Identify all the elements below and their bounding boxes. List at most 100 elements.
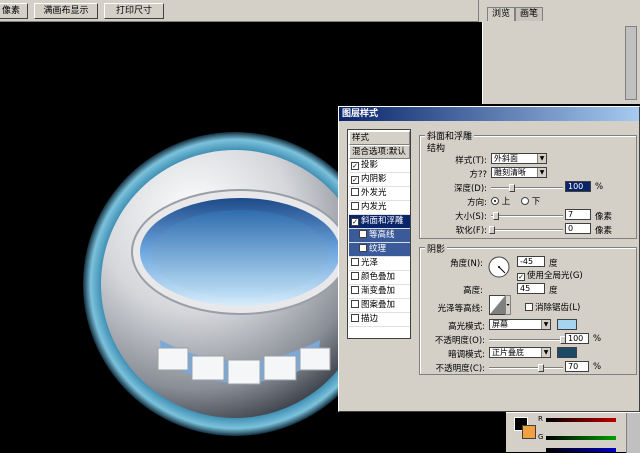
shadow-opacity-track[interactable] xyxy=(489,367,563,369)
style-item-bevel-emboss[interactable]: ✓ 斜面和浮雕 xyxy=(349,215,410,229)
bevel-style-dropdown[interactable]: 外斜面 ▼ xyxy=(491,153,547,164)
color-palette: R G xyxy=(506,412,640,453)
chevron-down-icon: ▼ xyxy=(537,168,546,177)
depth-input[interactable]: 100 xyxy=(565,181,591,192)
shadow-opacity-unit: % xyxy=(593,362,602,372)
checkbox[interactable] xyxy=(351,314,359,322)
highlight-opacity-label: 不透明度(O): xyxy=(434,336,485,346)
depth-unit: % xyxy=(595,182,604,192)
checkbox[interactable]: ✓ xyxy=(351,176,359,184)
blending-options-item[interactable]: 混合选项:默认 xyxy=(349,145,410,159)
style-item-drop-shadow[interactable]: ✓ 投影 xyxy=(349,159,410,173)
palette-well: 浏览 画笔 xyxy=(478,0,640,22)
style-item-label: 内发光 xyxy=(361,202,387,212)
print-size-button[interactable]: 打印尺寸 xyxy=(104,3,164,19)
anti-aliased-option[interactable]: 消除锯齿(L) xyxy=(525,301,580,313)
size-unit: 像素 xyxy=(595,212,613,222)
shadow-color-swatch[interactable] xyxy=(557,347,577,358)
tooth xyxy=(191,355,225,381)
angle-input[interactable]: -45 xyxy=(517,256,545,267)
document-canvas xyxy=(83,132,340,436)
depth-slider-thumb[interactable] xyxy=(509,184,515,192)
size-slider-track[interactable] xyxy=(491,215,563,217)
color-panel-scrollbar[interactable] xyxy=(626,413,640,453)
style-item-label: 图案叠加 xyxy=(361,300,396,310)
depth-slider-track[interactable] xyxy=(491,187,563,189)
green-channel-slider[interactable] xyxy=(546,436,616,440)
style-item-label: 纹理 xyxy=(369,244,387,254)
background-color-swatch[interactable] xyxy=(522,425,536,439)
soften-slider-track[interactable] xyxy=(491,229,563,231)
size-slider-thumb[interactable] xyxy=(493,212,499,220)
direction-up-option[interactable]: 上 xyxy=(491,195,510,207)
style-item-label: 光泽 xyxy=(361,258,379,268)
highlight-opacity-track[interactable] xyxy=(489,339,563,341)
red-channel-slider[interactable] xyxy=(546,418,616,422)
shading-title: 阴影 xyxy=(425,242,448,255)
altitude-input[interactable]: 45 xyxy=(517,283,545,294)
style-item-inner-glow[interactable]: 内发光 xyxy=(349,201,410,215)
angle-dial[interactable] xyxy=(487,255,511,279)
style-item-satin[interactable]: 光泽 xyxy=(349,257,410,271)
checkbox[interactable] xyxy=(351,202,359,210)
checkbox[interactable] xyxy=(351,300,359,308)
style-item-contour[interactable]: 等高线 xyxy=(349,229,410,243)
altitude-unit: 度 xyxy=(549,286,558,296)
blue-channel-slider[interactable] xyxy=(546,448,616,452)
style-item-gradient-overlay[interactable]: 渐变叠加 xyxy=(349,285,410,299)
dropdown-value: 屏幕 xyxy=(492,320,508,329)
checkbox[interactable] xyxy=(359,244,367,252)
highlight-mode-dropdown[interactable]: 屏幕 ▼ xyxy=(489,319,551,330)
checkbox[interactable] xyxy=(351,286,359,294)
highlight-opacity-input[interactable]: 100 xyxy=(565,333,589,344)
shadow-opacity-thumb[interactable] xyxy=(537,364,544,372)
highlight-color-swatch[interactable] xyxy=(557,319,577,330)
style-item-label: 斜面和浮雕 xyxy=(361,216,404,226)
tab-browse[interactable]: 浏览 xyxy=(487,7,515,21)
style-item-label: 描边 xyxy=(361,314,379,324)
style-item-label: 内阴影 xyxy=(361,174,387,184)
actual-pixels-button[interactable]: 像素 xyxy=(0,3,28,19)
gloss-contour-picker[interactable] xyxy=(489,295,511,315)
size-input[interactable]: 7 xyxy=(565,209,591,220)
direction-down-option[interactable]: 下 xyxy=(521,195,540,207)
shadow-mode-label: 暗调模式: xyxy=(448,350,485,360)
soften-input[interactable]: 0 xyxy=(565,223,591,234)
depth-label: 深度(D): xyxy=(453,184,487,194)
tab-brushes[interactable]: 画笔 xyxy=(515,7,543,21)
style-item-inner-shadow[interactable]: ✓ 内阴影 xyxy=(349,173,410,187)
style-item-outer-glow[interactable]: 外发光 xyxy=(349,187,410,201)
shadow-mode-dropdown[interactable]: 正片叠底 ▼ xyxy=(489,347,551,358)
dropdown-value: 雕刻清晰 xyxy=(494,168,526,177)
checkbox[interactable]: ✓ xyxy=(351,162,359,170)
technique-dropdown[interactable]: 雕刻清晰 ▼ xyxy=(491,167,547,178)
visor-inner xyxy=(152,210,328,298)
soften-slider-thumb[interactable] xyxy=(489,226,495,234)
style-item-pattern-overlay[interactable]: 图案叠加 xyxy=(349,299,410,313)
panel-scrollbar[interactable] xyxy=(625,26,637,100)
style-item-label: 外发光 xyxy=(361,188,387,198)
style-item-color-overlay[interactable]: 颜色叠加 xyxy=(349,271,410,285)
checkbox[interactable] xyxy=(351,188,359,196)
fit-on-screen-button[interactable]: 满画布显示 xyxy=(34,3,98,19)
checkbox[interactable] xyxy=(359,230,367,238)
checkbox[interactable]: ✓ xyxy=(351,218,359,226)
shadow-opacity-input[interactable]: 70 xyxy=(565,361,589,372)
checkbox[interactable] xyxy=(351,258,359,266)
right-palette-panel xyxy=(482,22,640,104)
size-label: 大小(S): xyxy=(455,212,487,222)
styles-header[interactable]: 样式 xyxy=(349,131,410,145)
direction-label: 方向: xyxy=(467,198,487,208)
radio-selected[interactable] xyxy=(491,197,499,205)
checkbox[interactable] xyxy=(351,272,359,280)
radio-unselected[interactable] xyxy=(521,197,529,205)
checkbox[interactable]: ✓ xyxy=(517,273,525,281)
global-light-option[interactable]: ✓ 使用全局光(G) xyxy=(517,269,583,281)
style-item-stroke[interactable]: 描边 xyxy=(349,313,410,327)
structure-title: 结构 xyxy=(425,141,448,154)
direction-up-label: 上 xyxy=(501,197,511,207)
checkbox[interactable] xyxy=(525,303,533,311)
chevron-down-icon: ▼ xyxy=(541,320,550,329)
style-item-texture[interactable]: 纹理 xyxy=(349,243,410,257)
angle-label: 角度(N): xyxy=(450,259,483,269)
